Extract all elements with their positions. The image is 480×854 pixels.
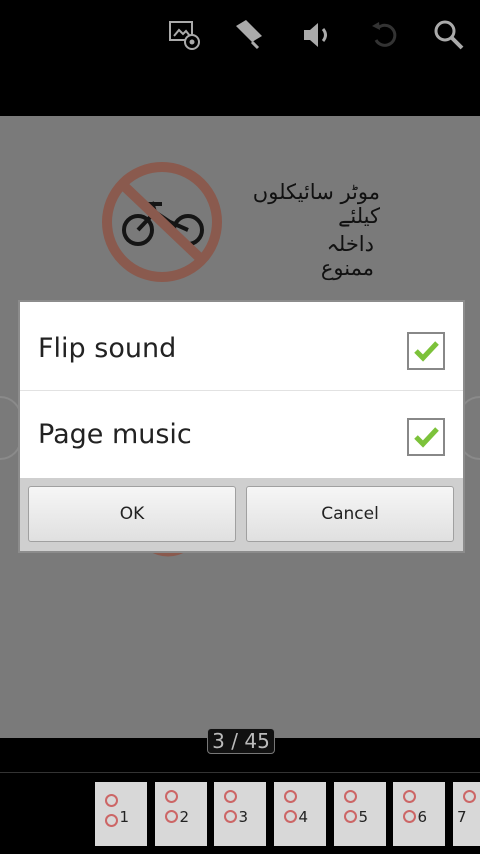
thumbnail-number: 1 bbox=[119, 808, 129, 826]
strip-divider bbox=[0, 772, 480, 773]
thumbnail-page[interactable]: 7 bbox=[453, 782, 480, 846]
thumb-sign-icon bbox=[344, 790, 357, 803]
thumbnail-page[interactable]: 5 bbox=[334, 782, 386, 846]
thumb-sign-icon bbox=[165, 790, 178, 803]
thumbnail-number: 4 bbox=[298, 808, 308, 826]
thumbnail-number: 7 bbox=[457, 808, 467, 826]
checkmark-icon bbox=[414, 341, 439, 362]
thumbnail-page[interactable]: 3 bbox=[214, 782, 266, 846]
thumb-sign-icon bbox=[284, 790, 297, 803]
thumb-sign-icon bbox=[105, 794, 118, 807]
option-flip-sound[interactable]: Flip sound bbox=[20, 306, 463, 392]
page-music-checkbox[interactable] bbox=[407, 418, 445, 456]
thumb-sign-icon bbox=[403, 790, 416, 803]
sign-caption-line2: داخلہ ممنوع bbox=[320, 232, 374, 280]
page-counter: 3 / 45 bbox=[207, 728, 275, 754]
no-motorcycle-sign-icon bbox=[102, 162, 222, 282]
thumbnail-number: 2 bbox=[179, 808, 189, 826]
option-page-music[interactable]: Page music bbox=[20, 392, 463, 478]
thumb-sign-icon bbox=[284, 810, 297, 823]
thumb-sign-icon bbox=[165, 810, 178, 823]
thumbnail-page[interactable]: 1 bbox=[95, 782, 147, 846]
thumbnail-strip: 1 2 3 4 5 6 7 bbox=[0, 738, 480, 854]
option-label: Flip sound bbox=[38, 333, 177, 364]
option-label: Page music bbox=[38, 419, 192, 450]
thumbnail-page[interactable]: 2 bbox=[155, 782, 207, 846]
thumbnail-page[interactable]: 4 bbox=[274, 782, 326, 846]
top-toolbar bbox=[0, 0, 480, 116]
thumb-sign-icon bbox=[463, 790, 476, 803]
thumb-sign-icon bbox=[224, 810, 237, 823]
thumb-sign-icon bbox=[344, 810, 357, 823]
flip-sound-checkbox[interactable] bbox=[407, 332, 445, 370]
settings-icon[interactable] bbox=[168, 18, 202, 52]
sign-caption-line1: موٹر سائیکلوں کیلئے bbox=[252, 180, 380, 228]
volume-icon[interactable] bbox=[300, 18, 334, 52]
rotate-icon[interactable] bbox=[368, 18, 402, 52]
thumb-sign-icon bbox=[105, 814, 118, 827]
checkmark-icon bbox=[414, 427, 439, 448]
search-icon[interactable] bbox=[432, 18, 466, 52]
ok-button[interactable]: OK bbox=[28, 486, 236, 542]
thumbnail-page[interactable]: 6 bbox=[393, 782, 445, 846]
dialog-button-bar: OK Cancel bbox=[20, 478, 463, 551]
thumbnail-number: 3 bbox=[238, 808, 248, 826]
option-divider bbox=[20, 390, 463, 391]
thumb-sign-icon bbox=[403, 810, 416, 823]
sound-settings-dialog: Flip sound Page music OK Cancel bbox=[20, 302, 463, 551]
cancel-button[interactable]: Cancel bbox=[246, 486, 454, 542]
thumbnail-number: 6 bbox=[417, 808, 427, 826]
thumbnail-number: 5 bbox=[358, 808, 368, 826]
thumb-sign-icon bbox=[224, 790, 237, 803]
bookmark-icon[interactable] bbox=[232, 18, 266, 52]
